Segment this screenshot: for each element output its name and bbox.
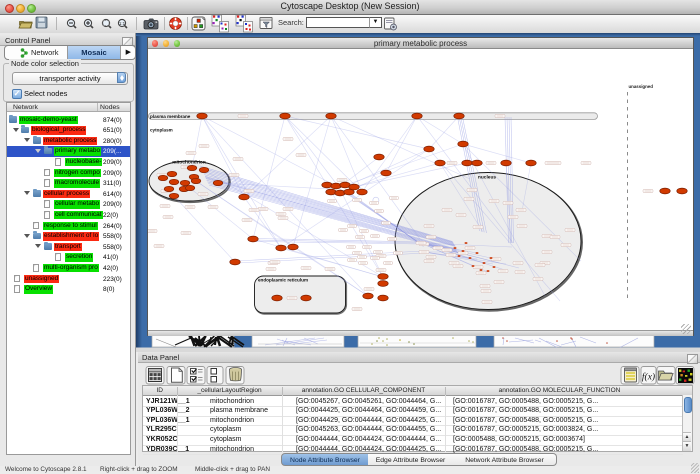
svg-text:f(x): f(x) — [642, 372, 655, 383]
svg-text:endoplasmic reticulum: endoplasmic reticulum — [258, 278, 308, 283]
svg-text:mitochondrion: mitochondrion — [172, 160, 206, 166]
svg-text:cytoplasm: cytoplasm — [150, 128, 173, 133]
svg-text:plasma membrane: plasma membrane — [150, 114, 191, 119]
svg-text:1:1: 1:1 — [119, 21, 126, 26]
svg-text:nucleus: nucleus — [478, 175, 496, 181]
svg-text:unassigned: unassigned — [629, 84, 654, 89]
